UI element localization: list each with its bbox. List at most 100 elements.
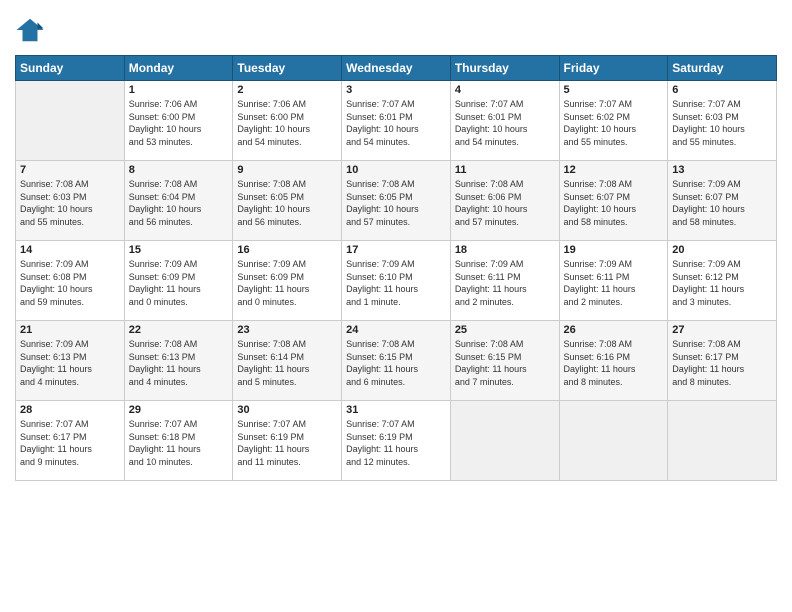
week-row-3: 14Sunrise: 7:09 AM Sunset: 6:08 PM Dayli…: [16, 241, 777, 321]
calendar-cell: 30Sunrise: 7:07 AM Sunset: 6:19 PM Dayli…: [233, 401, 342, 481]
calendar-cell: 5 Sunrise: 7:07 AM Sunset: 6:02 PM Daylig…: [559, 81, 668, 161]
week-row-5: 28Sunrise: 7:07 AM Sunset: 6:17 PM Dayli…: [16, 401, 777, 481]
logo: [15, 15, 49, 45]
day-number: 8: [129, 164, 229, 176]
calendar-cell: 9Sunrise: 7:08 AM Sunset: 6:05 PM Daylig…: [233, 161, 342, 241]
day-number: 10: [346, 164, 446, 176]
day-info: Sunrise: 7:08 AM Sunset: 6:14 PM Dayligh…: [237, 338, 337, 388]
day-number: 29: [129, 404, 229, 416]
calendar-cell: 26 Sunrise: 7:08 AM Sunset: 6:16 PM Dayli…: [559, 321, 668, 401]
week-row-4: 21Sunrise: 7:09 AM Sunset: 6:13 PM Dayli…: [16, 321, 777, 401]
day-info: Sunrise: 7:08 AM Sunset: 6:15 PM Dayligh…: [455, 338, 555, 388]
day-info: Sunrise: 7:09 AM Sunset: 6:09 PM Dayligh…: [237, 258, 337, 308]
day-info: Sunrise: 7:07 AM Sunset: 6:19 PM Dayligh…: [346, 418, 446, 468]
calendar-cell: 16 Sunrise: 7:09 AM Sunset: 6:09 PM Dayli…: [233, 241, 342, 321]
calendar-cell: [668, 401, 777, 481]
day-number: 4: [455, 84, 555, 96]
calendar-cell: 12 Sunrise: 7:08 AM Sunset: 6:07 PM Dayli…: [559, 161, 668, 241]
header-day-saturday: Saturday: [668, 56, 777, 81]
day-number: 14: [20, 244, 120, 256]
day-info: Sunrise: 7:09 AM Sunset: 6:07 PM Dayligh…: [672, 178, 772, 228]
day-info: Sunrise: 7:09 AM Sunset: 6:12 PM Dayligh…: [672, 258, 772, 308]
header-day-tuesday: Tuesday: [233, 56, 342, 81]
calendar-header: SundayMondayTuesdayWednesdayThursdayFrid…: [16, 56, 777, 81]
day-number: 27: [672, 324, 772, 336]
day-info: Sunrise: 7:07 AM Sunset: 6:02 PM Dayligh…: [564, 98, 664, 148]
day-number: 16: [237, 244, 337, 256]
calendar-cell: 22 Sunrise: 7:08 AM Sunset: 6:13 PM Dayli…: [124, 321, 233, 401]
day-number: 12: [564, 164, 664, 176]
calendar-cell: 15 Sunrise: 7:09 AM Sunset: 6:09 PM Dayli…: [124, 241, 233, 321]
header-day-wednesday: Wednesday: [342, 56, 451, 81]
day-info: Sunrise: 7:07 AM Sunset: 6:18 PM Dayligh…: [129, 418, 229, 468]
day-number: 17: [346, 244, 446, 256]
calendar-cell: 3Sunrise: 7:07 AM Sunset: 6:01 PM Daylig…: [342, 81, 451, 161]
calendar-cell: [559, 401, 668, 481]
day-info: Sunrise: 7:08 AM Sunset: 6:17 PM Dayligh…: [672, 338, 772, 388]
calendar-cell: [450, 401, 559, 481]
day-info: Sunrise: 7:06 AM Sunset: 6:00 PM Dayligh…: [129, 98, 229, 148]
day-info: Sunrise: 7:08 AM Sunset: 6:16 PM Dayligh…: [564, 338, 664, 388]
calendar-cell: 13Sunrise: 7:09 AM Sunset: 6:07 PM Dayli…: [668, 161, 777, 241]
day-info: Sunrise: 7:07 AM Sunset: 6:01 PM Dayligh…: [455, 98, 555, 148]
calendar-cell: 29 Sunrise: 7:07 AM Sunset: 6:18 PM Dayli…: [124, 401, 233, 481]
calendar-cell: 4 Sunrise: 7:07 AM Sunset: 6:01 PM Daylig…: [450, 81, 559, 161]
calendar-cell: 27 Sunrise: 7:08 AM Sunset: 6:17 PM Dayli…: [668, 321, 777, 401]
calendar-cell: 31 Sunrise: 7:07 AM Sunset: 6:19 PM Dayli…: [342, 401, 451, 481]
day-info: Sunrise: 7:08 AM Sunset: 6:15 PM Dayligh…: [346, 338, 446, 388]
day-number: 22: [129, 324, 229, 336]
header: [15, 15, 777, 45]
day-number: 9: [237, 164, 337, 176]
day-number: 5: [564, 84, 664, 96]
calendar-body: 1Sunrise: 7:06 AM Sunset: 6:00 PM Daylig…: [16, 81, 777, 481]
header-day-sunday: Sunday: [16, 56, 125, 81]
page: SundayMondayTuesdayWednesdayThursdayFrid…: [0, 0, 792, 612]
day-number: 7: [20, 164, 120, 176]
header-day-thursday: Thursday: [450, 56, 559, 81]
calendar-cell: 19 Sunrise: 7:09 AM Sunset: 6:11 PM Dayli…: [559, 241, 668, 321]
day-number: 26: [564, 324, 664, 336]
calendar-cell: 7 Sunrise: 7:08 AM Sunset: 6:03 PM Daylig…: [16, 161, 125, 241]
calendar-table: SundayMondayTuesdayWednesdayThursdayFrid…: [15, 55, 777, 481]
calendar-cell: 6Sunrise: 7:07 AM Sunset: 6:03 PM Daylig…: [668, 81, 777, 161]
calendar-cell: 24 Sunrise: 7:08 AM Sunset: 6:15 PM Dayli…: [342, 321, 451, 401]
calendar-cell: 10Sunrise: 7:08 AM Sunset: 6:05 PM Dayli…: [342, 161, 451, 241]
day-info: Sunrise: 7:08 AM Sunset: 6:06 PM Dayligh…: [455, 178, 555, 228]
calendar-cell: 14Sunrise: 7:09 AM Sunset: 6:08 PM Dayli…: [16, 241, 125, 321]
week-row-2: 7 Sunrise: 7:08 AM Sunset: 6:03 PM Daylig…: [16, 161, 777, 241]
calendar-cell: 18Sunrise: 7:09 AM Sunset: 6:11 PM Dayli…: [450, 241, 559, 321]
day-number: 15: [129, 244, 229, 256]
day-info: Sunrise: 7:06 AM Sunset: 6:00 PM Dayligh…: [237, 98, 337, 148]
day-number: 24: [346, 324, 446, 336]
day-info: Sunrise: 7:09 AM Sunset: 6:11 PM Dayligh…: [564, 258, 664, 308]
week-row-1: 1Sunrise: 7:06 AM Sunset: 6:00 PM Daylig…: [16, 81, 777, 161]
calendar-cell: 20 Sunrise: 7:09 AM Sunset: 6:12 PM Dayli…: [668, 241, 777, 321]
calendar-cell: 28Sunrise: 7:07 AM Sunset: 6:17 PM Dayli…: [16, 401, 125, 481]
calendar-cell: 8 Sunrise: 7:08 AM Sunset: 6:04 PM Daylig…: [124, 161, 233, 241]
calendar-cell: [16, 81, 125, 161]
day-number: 31: [346, 404, 446, 416]
day-number: 19: [564, 244, 664, 256]
day-info: Sunrise: 7:08 AM Sunset: 6:03 PM Dayligh…: [20, 178, 120, 228]
calendar-cell: 17 Sunrise: 7:09 AM Sunset: 6:10 PM Dayli…: [342, 241, 451, 321]
day-number: 11: [455, 164, 555, 176]
header-day-friday: Friday: [559, 56, 668, 81]
calendar-cell: 2 Sunrise: 7:06 AM Sunset: 6:00 PM Daylig…: [233, 81, 342, 161]
day-number: 23: [237, 324, 337, 336]
day-info: Sunrise: 7:08 AM Sunset: 6:04 PM Dayligh…: [129, 178, 229, 228]
calendar-cell: 1Sunrise: 7:06 AM Sunset: 6:00 PM Daylig…: [124, 81, 233, 161]
day-info: Sunrise: 7:09 AM Sunset: 6:09 PM Dayligh…: [129, 258, 229, 308]
day-number: 21: [20, 324, 120, 336]
day-info: Sunrise: 7:09 AM Sunset: 6:11 PM Dayligh…: [455, 258, 555, 308]
day-info: Sunrise: 7:08 AM Sunset: 6:07 PM Dayligh…: [564, 178, 664, 228]
header-row: SundayMondayTuesdayWednesdayThursdayFrid…: [16, 56, 777, 81]
day-info: Sunrise: 7:08 AM Sunset: 6:13 PM Dayligh…: [129, 338, 229, 388]
calendar-cell: 21Sunrise: 7:09 AM Sunset: 6:13 PM Dayli…: [16, 321, 125, 401]
calendar-cell: 23 Sunrise: 7:08 AM Sunset: 6:14 PM Dayli…: [233, 321, 342, 401]
day-number: 20: [672, 244, 772, 256]
day-info: Sunrise: 7:07 AM Sunset: 6:03 PM Dayligh…: [672, 98, 772, 148]
day-info: Sunrise: 7:09 AM Sunset: 6:10 PM Dayligh…: [346, 258, 446, 308]
day-number: 2: [237, 84, 337, 96]
day-number: 30: [237, 404, 337, 416]
day-number: 3: [346, 84, 446, 96]
